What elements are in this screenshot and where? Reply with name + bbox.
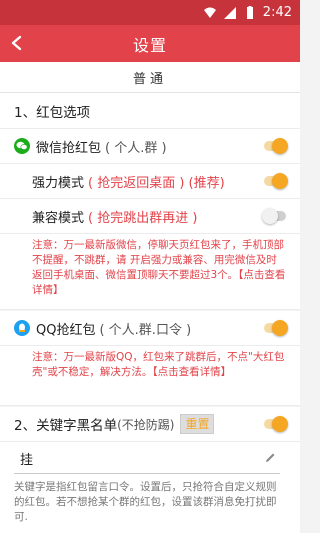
clock: 2:42	[262, 5, 292, 20]
pencil-icon	[264, 452, 276, 464]
compat-mode-desc: ( 抢完跳出群再进 )	[88, 210, 198, 226]
keyword-input-value: 挂	[20, 453, 34, 468]
keyword-blacklist-row[interactable]: 2、关键字黑名单 (不抢防踢) 重置	[0, 407, 300, 442]
wechat-redpacket-label: 微信抢红包	[36, 140, 102, 156]
back-arrow-icon	[11, 35, 22, 51]
wifi-icon	[203, 6, 217, 20]
toggle-knob	[272, 416, 288, 432]
compat-mode-label: 兼容模式	[32, 210, 85, 226]
wechat-icon	[14, 138, 30, 154]
wechat-redpacket-row[interactable]: 微信抢红包 ( 个人.群 )	[0, 129, 300, 164]
strong-mode-desc: ( 抢完返回桌面 ) (推荐)	[88, 175, 225, 191]
qq-redpacket-scope: ( 个人.群.口令 )	[99, 322, 192, 338]
qq-icon	[14, 320, 30, 336]
qq-note[interactable]: 注意：万一最新版QQ，红包来了跳群后，不点"大红包壳"或不稳定，解决方法。【点击…	[0, 346, 300, 406]
back-button[interactable]	[6, 32, 28, 54]
compat-mode-row[interactable]: 兼容模式 ( 抢完跳出群再进 )	[0, 199, 300, 234]
reset-button[interactable]: 重置	[180, 414, 215, 434]
compat-mode-toggle[interactable]	[262, 208, 286, 224]
strong-mode-row[interactable]: 强力模式 ( 抢完返回桌面 ) (推荐)	[0, 164, 300, 199]
section-title: 普通	[0, 62, 300, 93]
redpacket-heading: 1、红包选项	[14, 104, 91, 121]
toggle-knob	[262, 208, 278, 224]
wechat-note[interactable]: 注意：万一最新版微信，停聊天页红包来了，手机顶部不提醒，不跳群，请 开启强力或兼…	[0, 234, 300, 310]
keyword-input-row: 挂	[0, 442, 300, 477]
toggle-knob	[272, 173, 288, 189]
qq-redpacket-row[interactable]: QQ抢红包 ( 个人.群.口令 )	[0, 311, 300, 346]
wechat-redpacket-toggle[interactable]	[264, 138, 288, 154]
strong-mode-toggle[interactable]	[264, 173, 288, 189]
keyword-input[interactable]: 挂	[14, 444, 280, 474]
strong-mode-label: 强力模式	[32, 175, 85, 191]
page-title: 设置	[132, 35, 167, 55]
status-bar: 2:42	[0, 0, 300, 25]
redpacket-heading-row: 1、红包选项	[0, 93, 300, 129]
qq-redpacket-label: QQ抢红包	[36, 322, 96, 338]
battery-icon	[243, 5, 257, 20]
wechat-redpacket-scope: ( 个人.群 )	[105, 140, 167, 156]
app-toolbar: 设置	[0, 25, 300, 62]
toggle-knob	[272, 320, 288, 336]
qq-redpacket-toggle[interactable]	[264, 320, 288, 336]
keyword-blacklist-toggle[interactable]	[264, 416, 288, 432]
keyword-scope: (不抢防踢)	[117, 417, 175, 432]
keyword-help-text: 关键字是指红包留言口令。设置后，只抢符合自定义规则的红包。若不想抢某个群的红包，…	[0, 477, 300, 533]
signal-icon	[223, 6, 237, 20]
toggle-knob	[272, 138, 288, 154]
keyword-heading: 2、关键字黑名单	[14, 418, 118, 434]
